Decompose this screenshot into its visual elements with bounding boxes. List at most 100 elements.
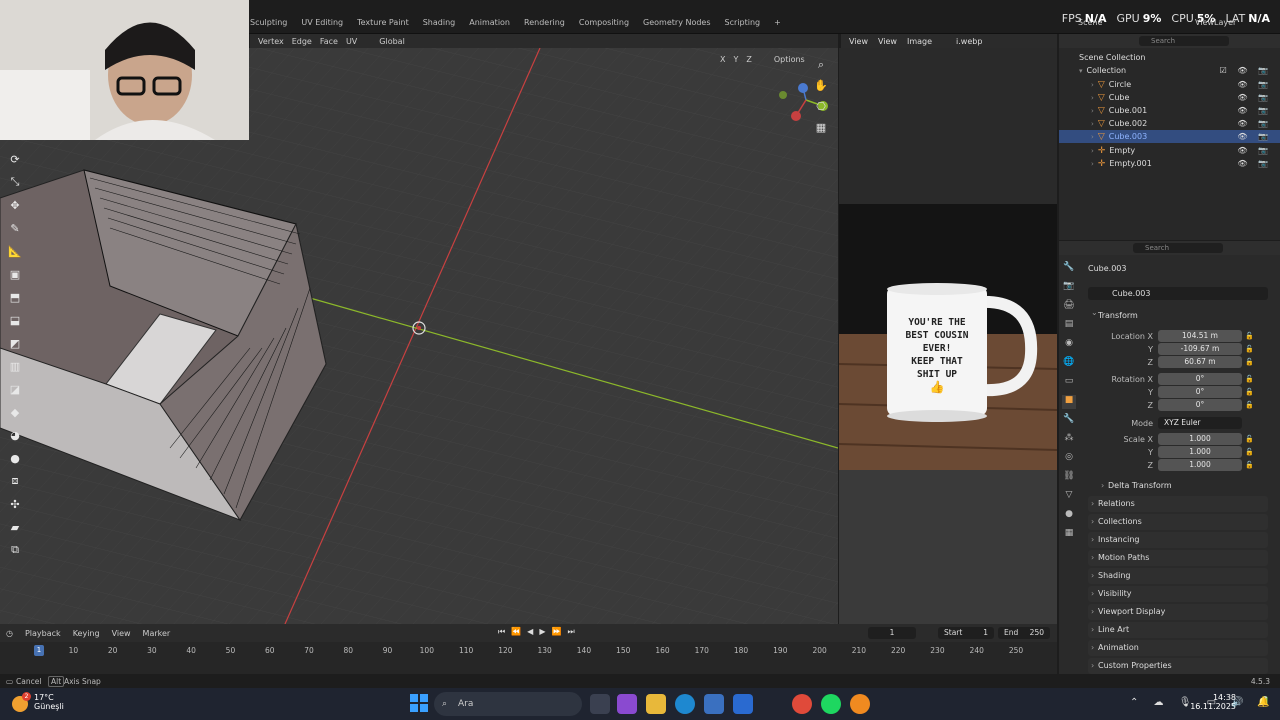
tab-geometry-nodes[interactable]: Geometry Nodes bbox=[643, 18, 710, 32]
render-tab-icon[interactable]: 📷 bbox=[1062, 281, 1076, 295]
jump-end-icon[interactable]: ⏭ bbox=[567, 627, 574, 637]
rip-tool-icon[interactable]: ⧉ bbox=[6, 541, 24, 559]
copilot-icon[interactable] bbox=[617, 694, 637, 714]
lock-icon[interactable]: 🔓 bbox=[1245, 461, 1254, 469]
file-explorer-icon[interactable] bbox=[646, 694, 666, 714]
lock-icon[interactable]: 🔓 bbox=[1245, 448, 1254, 456]
location-x-field[interactable]: 104.51 m bbox=[1158, 330, 1242, 342]
lock-icon[interactable]: 🔓 bbox=[1245, 435, 1254, 443]
visibility-panel-header[interactable]: Visibility bbox=[1088, 586, 1268, 602]
modifier-tab-icon[interactable]: 🔧 bbox=[1062, 414, 1076, 428]
physics-tab-icon[interactable]: ◎ bbox=[1062, 452, 1076, 466]
options-dropdown[interactable]: Options bbox=[774, 55, 805, 64]
expand-icon[interactable]: ▾ bbox=[1079, 67, 1083, 75]
lock-icon[interactable]: 🔓 bbox=[1245, 388, 1254, 396]
annotate-tool-icon[interactable]: ✎ bbox=[6, 219, 24, 237]
world-tab-icon[interactable]: 🌐 bbox=[1062, 357, 1076, 371]
scale-y-field[interactable]: 1.000 bbox=[1158, 446, 1242, 458]
outliner-item-empty[interactable]: › ✛ Empty 👁 📷 bbox=[1059, 144, 1280, 157]
outliner-item-cube-002[interactable]: › ▽ Cube.002 👁 📷 bbox=[1059, 117, 1280, 130]
view-menu[interactable]: View bbox=[112, 629, 131, 638]
edge-slide-tool-icon[interactable]: ⧈ bbox=[6, 472, 24, 490]
zoom-icon[interactable]: ⌕ bbox=[812, 56, 830, 74]
jump-keyframe-forward-icon[interactable]: ⏩ bbox=[551, 627, 561, 637]
image-view-menu[interactable]: View bbox=[849, 37, 868, 46]
line-art-panel-header[interactable]: Line Art bbox=[1088, 622, 1268, 638]
spotify-icon[interactable] bbox=[821, 694, 841, 714]
view-menu[interactable]: View bbox=[878, 37, 897, 46]
jump-start-icon[interactable]: ⏮ bbox=[498, 627, 505, 637]
shear-tool-icon[interactable]: ▰ bbox=[6, 518, 24, 536]
visibility-icons[interactable]: 👁 📷 bbox=[1237, 119, 1272, 128]
bevel-tool-icon[interactable]: ◩ bbox=[6, 334, 24, 352]
visibility-icons[interactable]: 👁 📷 bbox=[1237, 132, 1272, 141]
knife-tool-icon[interactable]: ◪ bbox=[6, 380, 24, 398]
outliner-item-empty-001[interactable]: › ✛ Empty.001 👁 📷 bbox=[1059, 157, 1280, 170]
object-tab-icon[interactable]: ■ bbox=[1062, 395, 1076, 409]
tool-tab-icon[interactable]: 🔧 bbox=[1062, 262, 1076, 276]
rotation-mode-dropdown[interactable]: XYZ Euler bbox=[1158, 417, 1242, 429]
collection-row[interactable]: ▾ Collection ☑ 👁 📷 bbox=[1059, 64, 1280, 77]
visibility-icons[interactable]: 👁 📷 bbox=[1237, 80, 1272, 89]
weather-widget[interactable]: 17°C Güneşli bbox=[34, 693, 64, 711]
object-name-field[interactable]: Cube.003 bbox=[1088, 287, 1268, 300]
transform-panel-header[interactable]: Transform bbox=[1088, 305, 1268, 324]
pan-hand-icon[interactable]: ✋ bbox=[812, 77, 830, 95]
constraints-tab-icon[interactable]: ⛓ bbox=[1062, 471, 1076, 485]
particles-tab-icon[interactable]: ⁂ bbox=[1062, 433, 1076, 447]
tab-sculpting[interactable]: Sculpting bbox=[250, 18, 287, 32]
inset-tool-icon[interactable]: ⬓ bbox=[6, 311, 24, 329]
taskbar-search-input[interactable]: ⌕ Ara bbox=[434, 692, 582, 716]
rotation-x-field[interactable]: 0° bbox=[1158, 373, 1242, 385]
measure-tool-icon[interactable]: 📐 bbox=[6, 242, 24, 260]
tab-animation[interactable]: Animation bbox=[469, 18, 510, 32]
taskbar-clock[interactable]: 14:38 16.11.2025 bbox=[1190, 693, 1236, 711]
lock-icon[interactable]: 🔓 bbox=[1245, 375, 1254, 383]
start-frame-field[interactable]: Start 1 bbox=[938, 627, 994, 639]
tab-uv-editing[interactable]: UV Editing bbox=[301, 18, 343, 32]
expand-icon[interactable]: › bbox=[1091, 107, 1094, 115]
material-tab-icon[interactable]: ● bbox=[1062, 509, 1076, 523]
scale-tool-icon[interactable]: ⤡ bbox=[6, 173, 24, 191]
expand-icon[interactable]: › bbox=[1091, 81, 1094, 89]
image-name-field[interactable]: i.webp bbox=[956, 37, 982, 46]
playback-menu[interactable]: Playback bbox=[25, 629, 61, 638]
scale-z-field[interactable]: 1.000 bbox=[1158, 459, 1242, 471]
ortho-grid-icon[interactable]: ▦ bbox=[812, 119, 830, 137]
visibility-icons[interactable]: 👁 📷 bbox=[1237, 93, 1272, 102]
keying-menu[interactable]: Keying bbox=[73, 629, 100, 638]
tab-shading[interactable]: Shading bbox=[423, 18, 456, 32]
instancing-panel-header[interactable]: Instancing bbox=[1088, 532, 1268, 548]
visibility-icons[interactable]: 👁 📷 bbox=[1237, 106, 1272, 115]
jump-keyframe-back-icon[interactable]: ⏪ bbox=[511, 627, 521, 637]
collections-panel-header[interactable]: Collections bbox=[1088, 514, 1268, 530]
current-frame-indicator[interactable]: 1 bbox=[34, 645, 44, 656]
expand-icon[interactable]: › bbox=[1091, 133, 1094, 141]
expand-icon[interactable]: › bbox=[1091, 120, 1094, 128]
outliner-item-cube-001[interactable]: › ▽ Cube.001 👁 📷 bbox=[1059, 104, 1280, 117]
visibility-icons[interactable]: ☑ 👁 📷 bbox=[1220, 66, 1272, 75]
add-workspace-button[interactable]: + bbox=[774, 18, 781, 32]
texture-tab-icon[interactable]: ▦ bbox=[1062, 528, 1076, 542]
scale-x-field[interactable]: 1.000 bbox=[1158, 433, 1242, 445]
chrome-icon[interactable] bbox=[792, 694, 812, 714]
play-icon[interactable]: ▶ bbox=[539, 627, 545, 637]
scene-tab-icon[interactable]: ◉ bbox=[1062, 338, 1076, 352]
image-menu[interactable]: Image bbox=[907, 37, 932, 46]
transform-tool-icon[interactable]: ✥ bbox=[6, 196, 24, 214]
blender-taskbar-icon[interactable] bbox=[850, 694, 870, 714]
smooth-tool-icon[interactable]: ● bbox=[6, 449, 24, 467]
windows-start-icon[interactable] bbox=[410, 694, 428, 712]
expand-icon[interactable]: › bbox=[1091, 160, 1094, 168]
outliner-search-input[interactable]: Search bbox=[1139, 36, 1229, 46]
relations-panel-header[interactable]: Relations bbox=[1088, 496, 1268, 512]
animation-panel-header[interactable]: Animation bbox=[1088, 640, 1268, 656]
add-cube-tool-icon[interactable]: ▣ bbox=[6, 265, 24, 283]
marker-menu[interactable]: Marker bbox=[143, 629, 171, 638]
lock-icon[interactable]: 🔓 bbox=[1245, 345, 1254, 353]
tab-compositing[interactable]: Compositing bbox=[579, 18, 629, 32]
reference-image[interactable]: YOU'RE THE BEST COUSIN EVER! KEEP THAT S… bbox=[839, 204, 1057, 470]
data-tab-icon[interactable]: ▽ bbox=[1062, 490, 1076, 504]
location-z-field[interactable]: 60.67 m bbox=[1158, 356, 1242, 368]
transform-orientation-dropdown[interactable]: Global bbox=[379, 37, 405, 46]
